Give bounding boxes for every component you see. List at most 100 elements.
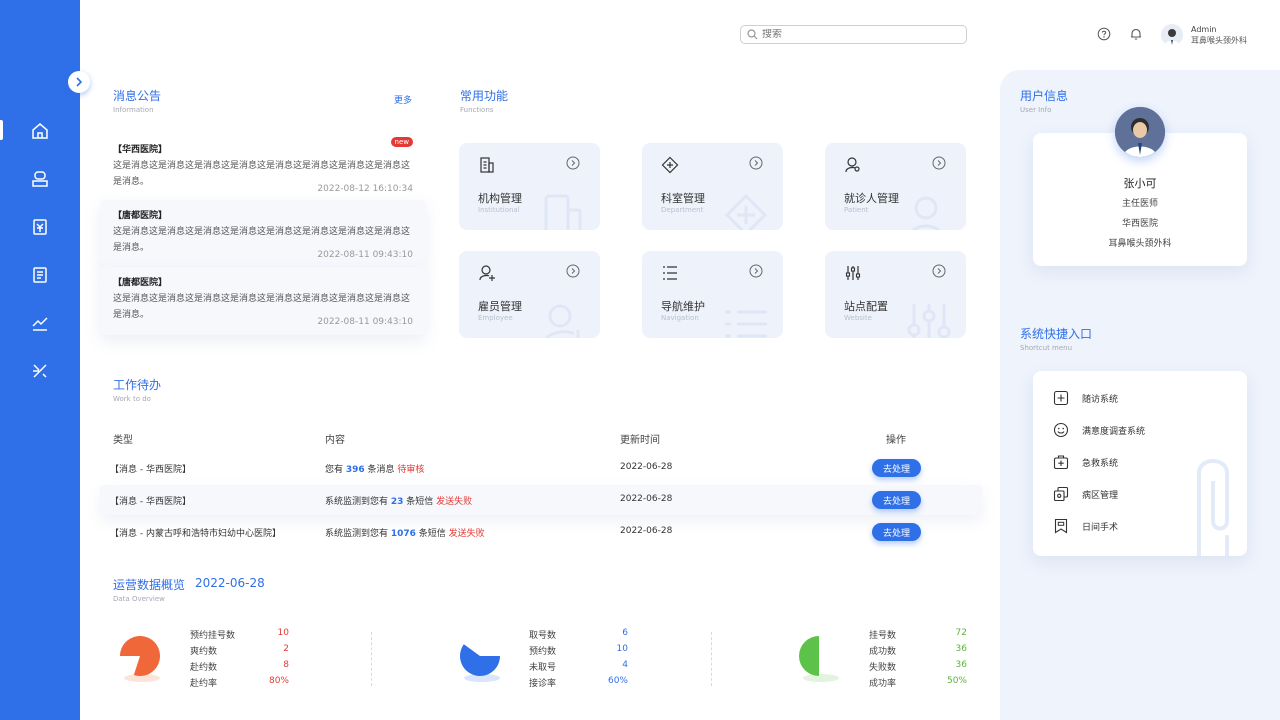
shortcut-label: 满意度调查系统 bbox=[1082, 426, 1146, 437]
search-icon bbox=[747, 29, 758, 40]
stat-label: 接诊率 bbox=[529, 679, 557, 689]
notices-title: 消息公告 bbox=[113, 89, 162, 103]
admin-department: 耳鼻喉头颈外科 bbox=[1191, 36, 1247, 45]
shortcut-followup[interactable]: 随访系统 bbox=[1052, 389, 1118, 407]
stat-value: 36 bbox=[955, 660, 967, 670]
report-icon[interactable] bbox=[28, 263, 52, 287]
stat-value: 6 bbox=[622, 628, 628, 638]
smiley-icon bbox=[1052, 421, 1070, 439]
help-icon[interactable] bbox=[1097, 27, 1111, 41]
billing-icon[interactable] bbox=[28, 215, 52, 239]
process-button[interactable]: 去处理 bbox=[872, 523, 921, 541]
admin-name: Admin bbox=[1191, 25, 1217, 34]
stat-label: 成功数 bbox=[869, 647, 897, 657]
arrow-right-circle-icon bbox=[749, 264, 763, 278]
function-card-department[interactable]: 科室管理 Department bbox=[642, 143, 783, 230]
function-name: 就诊人管理 bbox=[844, 192, 899, 205]
shortcuts-title: 系统快捷入口 bbox=[1020, 327, 1093, 341]
ward-copy-icon bbox=[1052, 485, 1070, 503]
pie-slice bbox=[120, 636, 160, 676]
todo-content: 您有 396 条消息 待审核 bbox=[325, 465, 425, 475]
process-button[interactable]: 去处理 bbox=[872, 459, 921, 477]
user-watermark-icon bbox=[911, 196, 941, 230]
function-card-institution[interactable]: 机构管理 Institutional bbox=[459, 143, 600, 230]
shortcut-emergency[interactable]: 急救系统 bbox=[1052, 453, 1118, 471]
table-row: 【消息 - 华西医院】 系统监测到您有 23 条短信 发送失败 2022-06-… bbox=[100, 485, 982, 515]
bell-icon[interactable] bbox=[1129, 27, 1143, 41]
function-name: 导航维护 bbox=[661, 300, 705, 313]
function-card-website[interactable]: 站点配置 Website bbox=[825, 251, 966, 338]
shortcut-day-surgery[interactable]: 日间手术 bbox=[1052, 517, 1118, 535]
building-icon bbox=[480, 157, 494, 173]
function-name: 雇员管理 bbox=[478, 300, 522, 313]
active-indicator bbox=[0, 120, 3, 140]
shortcut-satisfaction[interactable]: 满意度调查系统 bbox=[1052, 421, 1145, 439]
user-info-subtitle: User Info bbox=[1020, 106, 1052, 114]
divider bbox=[711, 632, 712, 686]
user-search-icon bbox=[845, 157, 860, 173]
todo-date: 2022-06-28 bbox=[620, 494, 673, 504]
notice-org: 【唐都医院】 bbox=[113, 278, 168, 288]
function-subtitle: Institutional bbox=[478, 206, 520, 214]
patient-record-icon[interactable] bbox=[28, 167, 52, 191]
diamond-watermark-icon bbox=[724, 193, 768, 230]
more-link[interactable]: 更多 bbox=[394, 93, 412, 106]
notice-item[interactable]: 【唐都医院】 这是消息这是消息这是消息这是消息这是消息这是消息这是消息这是消息这… bbox=[100, 200, 426, 268]
stat-label: 预约数 bbox=[529, 647, 557, 657]
bookmark-icon bbox=[1052, 517, 1070, 535]
user-add-watermark-icon bbox=[545, 304, 580, 338]
process-button[interactable]: 去处理 bbox=[872, 491, 921, 509]
arrow-right-circle-icon bbox=[932, 264, 946, 278]
notice-item[interactable]: 【华西医院】 new 这是消息这是消息这是消息这是消息这是消息这是消息这是消息这… bbox=[100, 134, 426, 202]
new-badge: new bbox=[390, 137, 413, 147]
overview-subtitle: Data Overview bbox=[113, 595, 165, 603]
todo-date: 2022-06-28 bbox=[620, 462, 673, 472]
function-subtitle: Department bbox=[661, 206, 704, 214]
notice-org: 【唐都医院】 bbox=[113, 211, 168, 221]
stat-value: 36 bbox=[955, 644, 967, 654]
function-subtitle: Website bbox=[844, 314, 872, 322]
stat-value: 4 bbox=[622, 660, 628, 670]
notice-org: 【华西医院】 bbox=[113, 145, 168, 155]
overview-title: 运营数据概览 bbox=[113, 578, 186, 592]
search-input[interactable] bbox=[762, 29, 952, 40]
tools-icon[interactable] bbox=[28, 359, 52, 383]
todo-type: 【消息 - 华西医院】 bbox=[110, 497, 191, 507]
pie-chart-appointments bbox=[120, 636, 160, 682]
todo-date: 2022-06-28 bbox=[620, 526, 673, 536]
search-box[interactable] bbox=[740, 25, 967, 44]
function-card-patient[interactable]: 就诊人管理 Patient bbox=[825, 143, 966, 230]
function-subtitle: Employee bbox=[478, 314, 513, 322]
sidebar-toggle-button[interactable] bbox=[68, 71, 90, 93]
plus-square-icon bbox=[1052, 389, 1070, 407]
chevron-right-icon bbox=[76, 77, 83, 87]
statistics-icon[interactable] bbox=[28, 311, 52, 335]
function-card-employee[interactable]: 雇员管理 Employee bbox=[459, 251, 600, 338]
todo-subtitle: Work to do bbox=[113, 395, 151, 403]
todo-type: 【消息 - 华西医院】 bbox=[110, 465, 191, 475]
pie-slice bbox=[799, 636, 819, 676]
diamond-cross-icon bbox=[661, 156, 679, 174]
notice-item[interactable]: 【唐都医院】 这是消息这是消息这是消息这是消息这是消息这是消息这是消息这是消息这… bbox=[100, 267, 426, 335]
stat-label: 成功率 bbox=[869, 679, 897, 689]
function-card-navigation[interactable]: 导航维护 Navigation bbox=[642, 251, 783, 338]
divider bbox=[371, 632, 372, 686]
sliders-watermark-icon bbox=[907, 304, 951, 338]
user-avatar bbox=[1115, 107, 1165, 157]
function-name: 科室管理 bbox=[661, 192, 705, 205]
notice-time: 2022-08-11 09:43:10 bbox=[317, 250, 413, 260]
stat-label: 赴约率 bbox=[190, 679, 218, 689]
pie-shadow bbox=[803, 674, 839, 682]
overview-date: 2022-06-28 bbox=[195, 576, 265, 590]
user-add-icon bbox=[479, 265, 495, 281]
table-header-action: 操作 bbox=[886, 435, 906, 446]
admin-avatar[interactable] bbox=[1161, 24, 1183, 46]
todo-title: 工作待办 bbox=[113, 378, 162, 392]
stat-label: 失败数 bbox=[869, 663, 897, 673]
shortcut-ward[interactable]: 病区管理 bbox=[1052, 485, 1118, 503]
stat-label: 取号数 bbox=[529, 631, 557, 641]
user-name: 张小可 bbox=[1123, 177, 1157, 190]
home-icon[interactable] bbox=[28, 119, 52, 143]
notice-time: 2022-08-11 09:43:10 bbox=[317, 317, 413, 327]
stat-value: 2 bbox=[283, 644, 289, 654]
